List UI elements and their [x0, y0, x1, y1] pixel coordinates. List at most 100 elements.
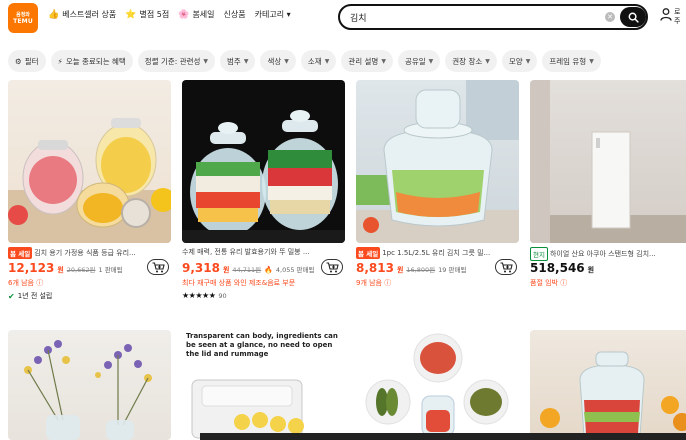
nav-label: 신상품: [223, 10, 246, 19]
stock-note: 6개 남음 ⓘ: [8, 279, 44, 287]
chevron-down-icon: ▼: [381, 57, 386, 65]
nav-categories[interactable]: 카테고리 ▾: [255, 9, 291, 20]
lightning-icon: ⚡: [57, 56, 63, 66]
product-image[interactable]: [356, 330, 519, 440]
filter-chip-today-deals[interactable]: ⚡ 오늘 종료되는 혜택: [50, 50, 133, 72]
filter-chip-color[interactable]: 색상 ▼: [260, 50, 296, 72]
product-image[interactable]: [182, 80, 345, 243]
product-title-row[interactable]: 현지 하이얼 산요 아쿠아 스탠드형 김치...: [530, 247, 686, 261]
price-value: 518,546: [530, 261, 585, 275]
clear-icon[interactable]: ✕: [605, 12, 615, 22]
nav-label: 베스트셀러 상품: [62, 10, 117, 19]
product-title: 1pc 1.5L/2.5L 유리 김치 그릇 밀...: [382, 249, 491, 257]
search-icon: [628, 12, 639, 23]
product-card[interactable]: 봄 세일 김치 용기 가정용 식품 등급 유리... 12,123 원 20,66…: [8, 80, 171, 320]
filter-bar: ⚙ 필터 ⚡ 오늘 종료되는 혜택 정렬 기준: 관련성 ▼ 범주 ▼ 색상 ▼…: [8, 50, 601, 72]
price-unit: 원: [57, 266, 64, 274]
filter-chip-shape[interactable]: 모양 ▼: [501, 50, 538, 72]
product-image[interactable]: [530, 330, 686, 440]
price-value: 12,123: [8, 261, 55, 275]
user-icon: [660, 8, 672, 21]
price-value: 8,813: [356, 261, 394, 275]
search-input[interactable]: 김치: [350, 11, 367, 24]
pickled-foods-image: [365, 333, 509, 437]
sold-count: 19 판매됨: [438, 266, 467, 274]
product-title-row[interactable]: 수제 매력, 전통 유리 발효용기와 뚜 밀봉 ...: [182, 247, 345, 257]
product-card[interactable]: 수제 매력, 전통 유리 발효용기와 뚜 밀봉 ... 9,318 원 44,71…: [182, 80, 345, 320]
flower-icon: 🌸: [178, 9, 190, 20]
add-to-cart-button[interactable]: [495, 259, 517, 275]
check-icon: ✔: [8, 291, 15, 301]
star-icon: ⭐: [125, 9, 137, 20]
product-title-row[interactable]: 봄 세일 김치 용기 가정용 식품 등급 유리...: [8, 247, 171, 259]
filter-chip-sort[interactable]: 정렬 기준: 관련성 ▼: [137, 50, 216, 72]
chip-label: 프레임 유형: [549, 56, 587, 66]
top-header: 음정와 TEMU 👍 베스트셀러 상품 ⭐ 별점 5점 🌸 봄세일 신상품 카테…: [0, 0, 686, 38]
product-title-row[interactable]: 봄 세일 1pc 1.5L/2.5L 유리 김치 그릇 밀...: [356, 247, 519, 259]
filter-chip-location[interactable]: 권장 장소 ▼: [445, 50, 497, 72]
review-count: 90: [218, 291, 227, 300]
filter-chip-frame[interactable]: 프레임 유형 ▼: [542, 50, 601, 72]
chip-label: 권장 장소: [452, 56, 483, 66]
filter-chip-material[interactable]: 소재 ▼: [300, 50, 337, 72]
product-image[interactable]: [530, 80, 686, 243]
filter-chip-filter[interactable]: ⚙ 필터: [8, 50, 46, 72]
nav-five-star[interactable]: ⭐ 별점 5점: [125, 9, 169, 20]
nav-label: 봄세일: [192, 10, 215, 19]
kimchi-jar-image: [8, 118, 171, 243]
chip-label: 소재: [307, 56, 322, 66]
account-menu[interactable]: 로 주: [660, 8, 680, 26]
nav-bestsellers[interactable]: 👍 베스트셀러 상품: [48, 9, 116, 20]
sale-badge: 봄 세일: [8, 247, 33, 259]
temu-logo[interactable]: 음정와 TEMU: [8, 3, 38, 33]
top-nav: 👍 베스트셀러 상품 ⭐ 별점 5점 🌸 봄세일 신상품 카테고리 ▾: [48, 9, 291, 20]
sale-badge: 봄 세일: [356, 247, 381, 259]
kimchi-fridge-image: [530, 80, 686, 243]
nav-spring-sale[interactable]: 🌸 봄세일: [178, 9, 214, 20]
sold-count: 4,055 판매됨: [275, 266, 315, 274]
storage-container-image: [191, 379, 304, 439]
nav-new-arrivals[interactable]: 신상품: [224, 9, 246, 20]
search-bar[interactable]: 김치 ✕: [338, 4, 648, 30]
cart-icon: [152, 261, 165, 272]
chip-label: 색상: [267, 56, 282, 66]
account-label-1: 로: [674, 8, 681, 16]
chip-label: 오늘 종료되는 혜택: [65, 56, 126, 66]
search-button[interactable]: [620, 7, 646, 27]
add-to-cart-button[interactable]: [147, 259, 169, 275]
product-card[interactable]: 봄 세일 1pc 1.5L/2.5L 유리 김치 그릇 밀... 8,813 원 …: [356, 80, 519, 320]
chevron-down-icon: ▼: [525, 57, 531, 65]
chevron-down-icon: ▼: [284, 57, 289, 65]
price-unit: 원: [396, 266, 404, 274]
seller-age: 1년 전 설립: [17, 292, 53, 300]
rating-row: ★★★★★ 90: [182, 291, 227, 300]
product-title: 하이얼 산요 아쿠아 스탠드형 김치...: [549, 250, 656, 258]
glass-kimchi-bowl-image: [356, 80, 519, 243]
filter-chip-category[interactable]: 범주 ▼: [220, 50, 256, 72]
thumbs-up-icon: 👍: [48, 9, 60, 20]
product-image[interactable]: [8, 80, 171, 243]
chevron-down-icon: ▼: [243, 57, 249, 65]
account-label-2: 주: [674, 17, 681, 25]
filter-chip-share[interactable]: 공유일 ▼: [397, 50, 441, 72]
dried-flower-vase-image: [24, 340, 152, 440]
product-image[interactable]: [356, 80, 519, 243]
chip-label: 정렬 기준: 관련성: [144, 56, 201, 66]
product-card[interactable]: 현지 하이얼 산요 아쿠아 스탠드형 김치... 518,546 원 품절 임박 …: [530, 80, 686, 320]
cart-icon: [326, 261, 339, 272]
filter-icon: ⚙: [15, 56, 22, 66]
promo-note: 최다 재구매 상품 와인 제조&음료 부문: [182, 279, 296, 287]
local-badge: 현지: [530, 247, 548, 261]
chip-label: 공유일: [404, 56, 426, 66]
product-image[interactable]: Transparent can body, ingredients can be…: [182, 330, 345, 440]
chevron-down-icon: ▼: [203, 57, 209, 65]
product-image[interactable]: [8, 330, 171, 440]
nav-label: 카테고리 ▾: [254, 10, 291, 19]
pickle-jar-image: [540, 351, 686, 440]
original-price: 20,662원: [66, 266, 96, 274]
product-title: 김치 용기 가정용 식품 등급 유리...: [34, 249, 136, 257]
chevron-down-icon: ▼: [324, 57, 330, 65]
filter-chip-care[interactable]: 관리 설명 ▼: [341, 50, 393, 72]
add-to-cart-button[interactable]: [321, 259, 343, 275]
price-row: 518,546 원: [530, 261, 686, 275]
